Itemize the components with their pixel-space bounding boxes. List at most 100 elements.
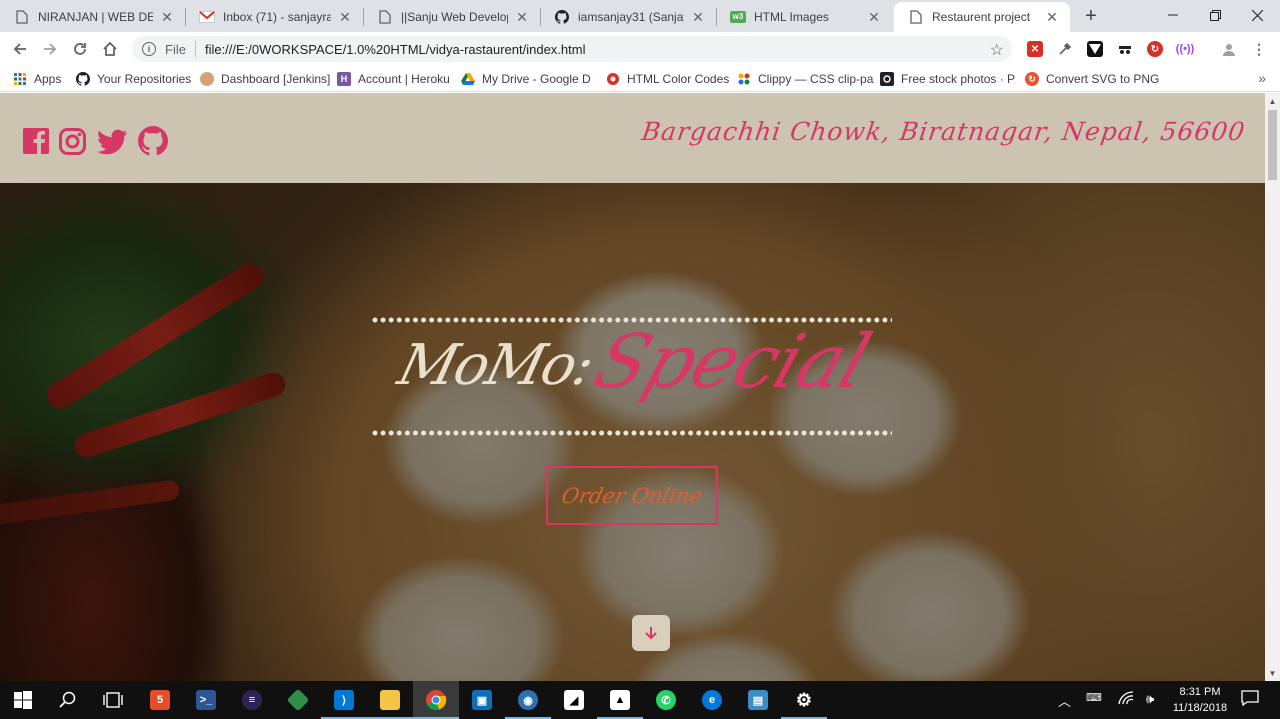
bookmark-star-icon[interactable]: ☆: [990, 40, 1004, 60]
page-scrollbar[interactable]: ▲ ▼: [1265, 93, 1280, 681]
taskbar-app-sourcetree[interactable]: [275, 681, 321, 719]
bookmark-jenkins[interactable]: Dashboard [Jenkins]: [200, 71, 330, 87]
input-method-icon[interactable]: ⌨: [1086, 691, 1102, 704]
instagram-icon[interactable]: [58, 126, 88, 156]
bookmark-convert-svg[interactable]: ↻ Convert SVG to PNG: [1025, 71, 1159, 87]
home-button[interactable]: [98, 37, 122, 61]
git-icon: [286, 688, 310, 712]
github-icon[interactable]: [138, 126, 168, 156]
close-icon[interactable]: ✕: [159, 9, 175, 25]
close-icon[interactable]: ✕: [866, 9, 882, 25]
taskbar-app-file-explorer[interactable]: [367, 681, 413, 719]
close-icon[interactable]: ✕: [1044, 9, 1060, 25]
chevron-double-right-icon[interactable]: »: [1258, 70, 1266, 86]
bookmark-google-drive[interactable]: My Drive - Google D: [461, 71, 591, 87]
heroku-icon: H: [337, 72, 351, 86]
tab-title: NIRANJAN | WEB DESIG: [38, 10, 153, 24]
bookmark-apps[interactable]: Apps: [13, 71, 61, 87]
computer-icon: ▤: [748, 690, 768, 710]
maximize-button[interactable]: [1192, 0, 1238, 30]
tab-4[interactable]: iamsanjay31 (Sanjay Sh ✕: [540, 2, 716, 32]
bookmark-label: Convert SVG to PNG: [1046, 72, 1160, 86]
incognito-extension-icon[interactable]: [1117, 41, 1133, 57]
taskbar-app-whatsapp[interactable]: ✆: [643, 681, 689, 719]
bookmark-heroku[interactable]: H Account | Heroku: [337, 71, 450, 87]
remote-desktop-icon: ▣: [472, 690, 492, 710]
scrollbar-thumb[interactable]: [1268, 110, 1277, 180]
reload-button[interactable]: [68, 37, 92, 61]
convert-icon: ↻: [1025, 72, 1039, 86]
close-icon[interactable]: ✕: [690, 9, 706, 25]
lastpass-extension-icon[interactable]: ↻: [1147, 41, 1163, 57]
close-icon[interactable]: ✕: [337, 9, 353, 25]
tab-2[interactable]: Inbox (71) - sanjayrajsh ✕: [185, 2, 363, 32]
eyedropper-extension-icon[interactable]: [1057, 41, 1073, 57]
tab-1[interactable]: NIRANJAN | WEB DESIG ✕: [0, 2, 185, 32]
order-online-button[interactable]: Order Online: [546, 466, 718, 525]
address-bar[interactable]: i File file:///E:/0WORKSPACE/1.0%20HTML/…: [132, 36, 1012, 62]
dotted-divider-bottom: [372, 430, 892, 436]
scroll-down-button[interactable]: [632, 615, 670, 651]
address-scheme: File: [165, 41, 186, 57]
volume-icon[interactable]: 🕪: [1146, 691, 1154, 707]
forward-button[interactable]: [38, 37, 62, 61]
system-clock[interactable]: 8:31 PM 11/18/2018: [1170, 684, 1230, 716]
minimize-button[interactable]: [1150, 0, 1196, 30]
powershell-icon: >_: [196, 690, 216, 710]
hero-section: MoMo: Special Order Online: [0, 183, 1265, 681]
google-drive-icon: [461, 72, 475, 86]
bookmark-label: My Drive - Google D: [482, 72, 591, 86]
chevron-up-icon[interactable]: ︿: [1058, 691, 1071, 710]
taskbar-app-powershell[interactable]: >_: [183, 681, 229, 719]
bookmark-label: Clippy — CSS clip-pa: [758, 72, 874, 86]
bookmark-html-color-codes[interactable]: HTML Color Codes: [606, 71, 729, 87]
taskbar-app-notes[interactable]: ◢: [551, 681, 597, 719]
task-view-button[interactable]: [90, 681, 136, 719]
taskbar-app-eclipse[interactable]: ≡: [229, 681, 275, 719]
clippy-icon: [737, 72, 751, 86]
search-button[interactable]: [45, 681, 91, 719]
profile-avatar-icon[interactable]: [1221, 41, 1237, 57]
hero-title-prefix: MoMo:: [391, 333, 600, 398]
order-online-label: Order Online: [559, 483, 705, 508]
vue-devtools-extension-icon[interactable]: [1087, 41, 1103, 57]
scroll-down-arrow-icon[interactable]: ▼: [1265, 666, 1280, 680]
taskbar-app-network[interactable]: ▤: [735, 681, 781, 719]
taskbar-app-photos[interactable]: ◉: [505, 681, 551, 719]
tab-title: iamsanjay31 (Sanjay Sh: [578, 10, 684, 24]
taskbar-app-edge[interactable]: e: [689, 681, 735, 719]
taskbar-app-html5[interactable]: 5: [137, 681, 183, 719]
bookmark-label: Apps: [34, 72, 62, 86]
tab-5[interactable]: w3 HTML Images ✕: [716, 2, 892, 32]
taskbar-app-vscode[interactable]: ⟩: [321, 681, 367, 719]
start-button[interactable]: [0, 681, 46, 719]
edge-icon: e: [702, 690, 722, 710]
menu-icon[interactable]: ⋮: [1251, 41, 1267, 57]
wifi-icon[interactable]: [1118, 691, 1134, 708]
twitter-icon[interactable]: [96, 126, 128, 156]
bookmark-clippy[interactable]: Clippy — CSS clip-pa: [737, 71, 873, 87]
back-button[interactable]: [8, 37, 32, 61]
bookmark-free-stock-photos[interactable]: Free stock photos · P: [880, 71, 1015, 87]
adblock-extension-icon[interactable]: ✕: [1027, 41, 1043, 57]
facebook-icon[interactable]: [22, 126, 52, 156]
taskbar-app-image-viewer[interactable]: ▲: [597, 681, 643, 719]
site-header: Bargachhi Chowk, Biratnagar, Nepal, 5660…: [0, 93, 1265, 183]
scroll-up-arrow-icon[interactable]: ▲: [1265, 94, 1280, 108]
window-close-button[interactable]: [1234, 0, 1280, 30]
bookmark-repositories[interactable]: Your Repositories: [76, 71, 191, 87]
new-tab-button[interactable]: +: [1078, 4, 1104, 28]
notification-icon[interactable]: [1241, 690, 1259, 709]
taskbar-app-settings[interactable]: ⚙: [781, 681, 827, 719]
color-codes-icon: [606, 72, 620, 86]
taskbar-app-remote[interactable]: ▣: [459, 681, 505, 719]
tab-3[interactable]: ||Sanju Web Developer|| ✕: [363, 2, 540, 32]
tab-6[interactable]: Restaurent project ✕: [894, 2, 1070, 32]
github-icon: [76, 72, 90, 86]
taskbar-app-chrome[interactable]: [413, 681, 459, 719]
broadcast-extension-icon[interactable]: ((•)): [1176, 41, 1194, 57]
close-icon[interactable]: ✕: [514, 9, 530, 25]
address-url[interactable]: file:///E:/0WORKSPACE/1.0%20HTML/vidya-r…: [205, 42, 586, 57]
image-icon: ▲: [610, 690, 630, 710]
info-icon[interactable]: i: [142, 42, 156, 56]
